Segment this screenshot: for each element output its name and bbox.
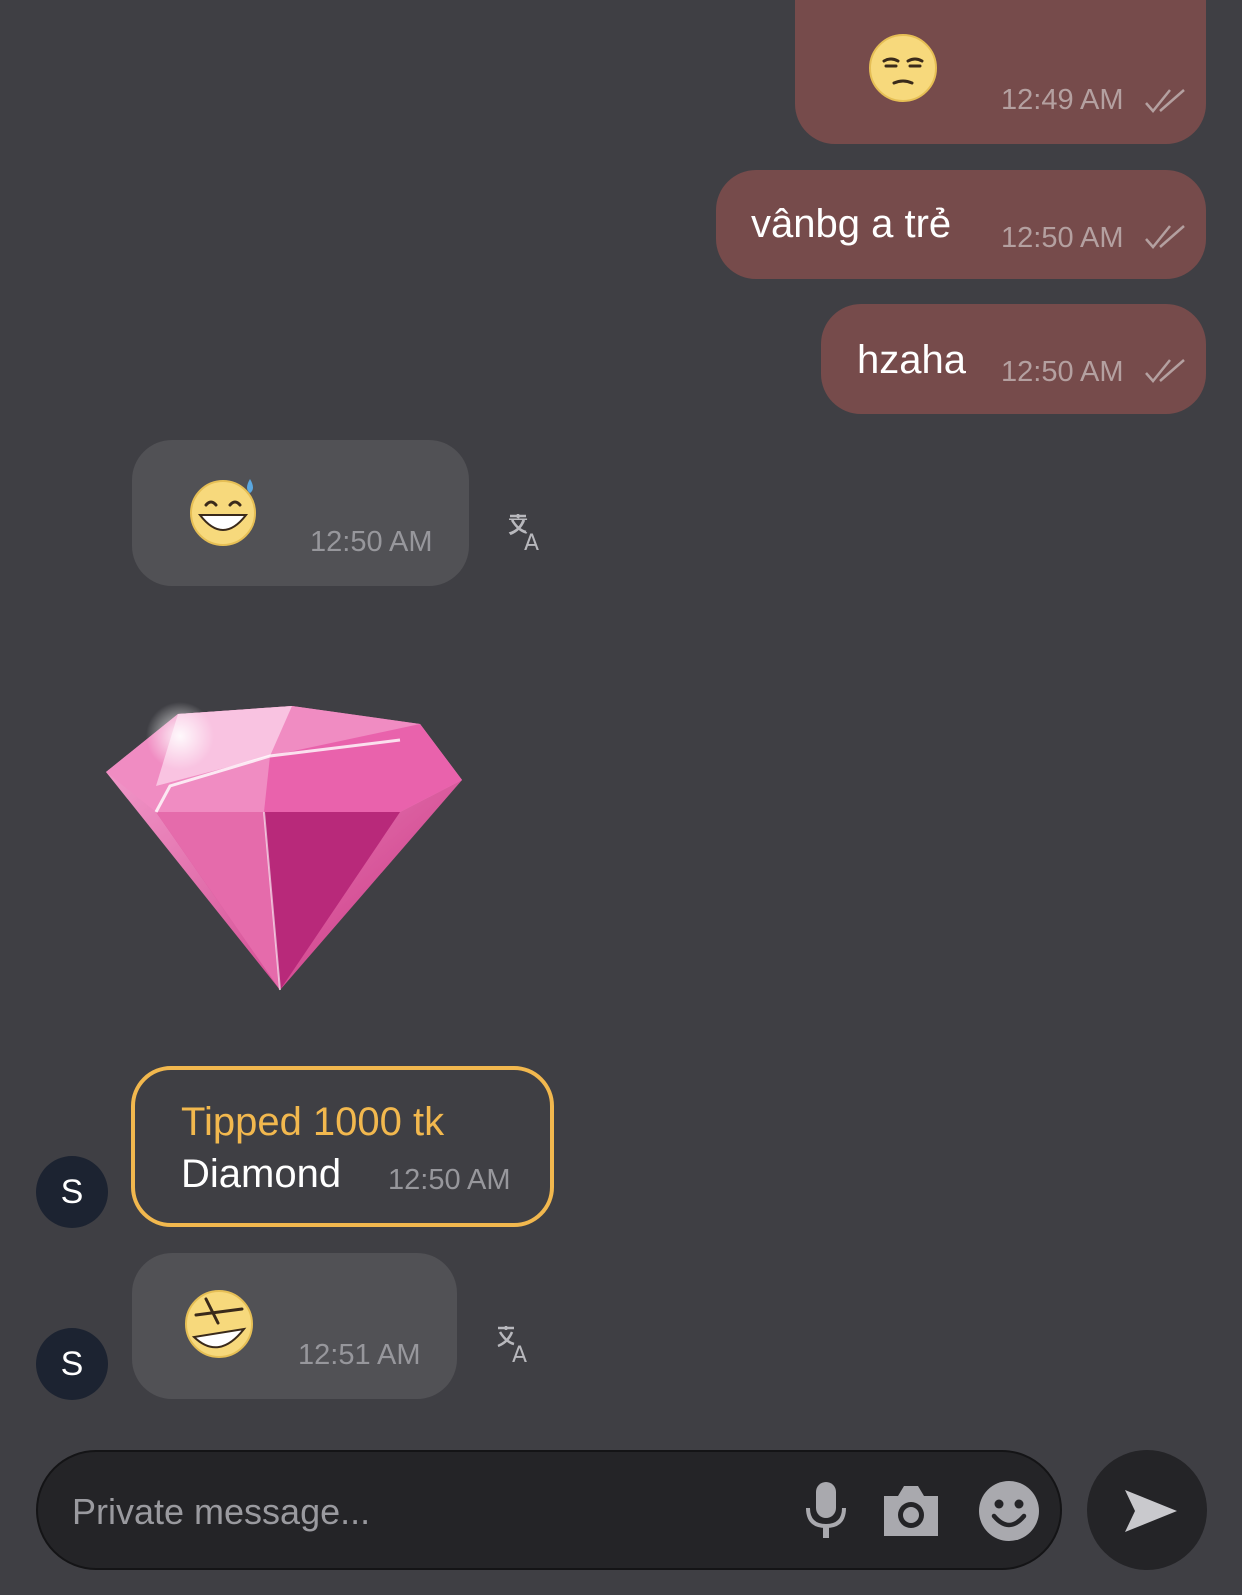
svg-text:A: A (524, 531, 539, 554)
laughing-crossed-eyes-emoji (185, 1290, 253, 1358)
message-time: 12:50 AM (1001, 222, 1124, 254)
translate-icon[interactable]: A (494, 1322, 538, 1366)
microphone-icon[interactable] (803, 1480, 849, 1540)
message-time: 12:50 AM (1001, 356, 1124, 388)
message-input[interactable] (72, 1482, 772, 1542)
outgoing-message-text[interactable]: vânbg a trẻ 12:50 AM (716, 170, 1206, 279)
camera-icon[interactable] (880, 1482, 942, 1538)
outgoing-message-text[interactable]: hzaha 12:50 AM (821, 304, 1206, 414)
avatar[interactable]: S (36, 1156, 108, 1228)
send-icon (1125, 1490, 1177, 1532)
message-time: 12:49 AM (1001, 84, 1124, 116)
message-composer (36, 1450, 1062, 1570)
grinning-sweat-emoji (190, 479, 256, 546)
message-text: vânbg a trẻ (751, 202, 952, 246)
gift-name: Diamond (181, 1152, 342, 1196)
message-time: 12:50 AM (310, 526, 433, 558)
diamond-gift-image (106, 702, 462, 991)
double-check-icon (1145, 225, 1185, 249)
translate-icon[interactable]: 文 A (506, 510, 550, 554)
message-time: 12:51 AM (298, 1339, 421, 1371)
tip-title: Tipped 1000 tk (181, 1100, 445, 1144)
incoming-message-emoji[interactable]: 12:50 AM (132, 440, 469, 586)
message-text: hzaha (857, 338, 966, 382)
outgoing-message-emoji[interactable]: 12:49 AM (795, 0, 1206, 144)
message-time: 12:50 AM (388, 1164, 511, 1196)
unamused-face-emoji (869, 34, 937, 102)
send-button[interactable] (1087, 1450, 1207, 1570)
tip-message-card[interactable]: Tipped 1000 tk Diamond 12:50 AM (131, 1066, 554, 1227)
double-check-icon (1145, 359, 1185, 383)
smiley-icon[interactable] (978, 1480, 1040, 1542)
incoming-message-emoji[interactable]: 12:51 AM (132, 1253, 457, 1399)
chat-screen: 12:49 AM vânbg a trẻ 12:50 AM hzaha 12:5… (0, 0, 1242, 1595)
svg-text:A: A (512, 1343, 527, 1366)
double-check-icon (1145, 89, 1185, 113)
avatar[interactable]: S (36, 1328, 108, 1400)
